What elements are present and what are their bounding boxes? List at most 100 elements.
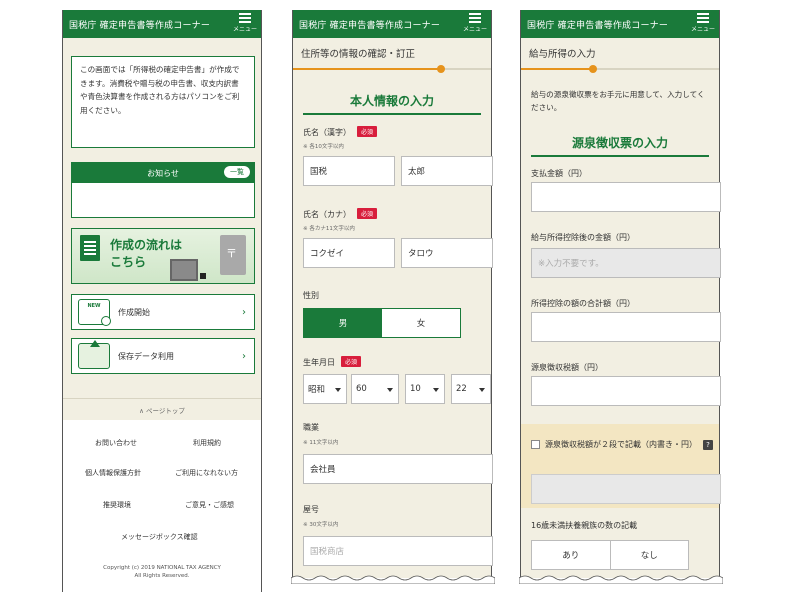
name-kanji-note: ※ 各10文字以内 bbox=[303, 144, 344, 150]
app-header: 国税庁 確定申告書等作成コーナー メニュー bbox=[521, 10, 719, 38]
name-kana-label-text: 氏名（カナ） bbox=[303, 210, 351, 219]
footer-link-unsupported[interactable]: ご利用になれない方 bbox=[175, 468, 238, 478]
document-icon bbox=[80, 235, 100, 261]
saved-data-button[interactable]: 保存データ利用 › bbox=[71, 338, 255, 374]
birth-label-text: 生年月日 bbox=[303, 358, 335, 367]
computer-icon bbox=[170, 259, 198, 281]
personal-info-screen: 国税庁 確定申告書等作成コーナー メニュー 住所等の情報の確認・訂正 本人情報の… bbox=[291, 10, 495, 584]
start-button-label: 作成開始 bbox=[118, 307, 150, 317]
page-top-link[interactable]: ∧ ページトップ bbox=[63, 398, 261, 415]
month-value: 10 bbox=[410, 384, 421, 394]
two-rows-option-box: 源泉徴収税額が２段で記載（内書き・円）? bbox=[521, 424, 721, 508]
era-value: 昭和 bbox=[308, 385, 326, 395]
footer-link-feedback[interactable]: ご意見・ご感想 bbox=[185, 500, 234, 510]
progress-marker bbox=[437, 65, 445, 73]
first-name-kanji-input[interactable]: 太郎 bbox=[401, 156, 493, 186]
total-deduction-label: 所得控除の額の合計額（円） bbox=[531, 299, 635, 308]
footer-link-environment[interactable]: 推奨環境 bbox=[103, 500, 131, 510]
footer-link-contact[interactable]: お問い合わせ bbox=[95, 438, 137, 448]
footer-link-messagebox[interactable]: メッセージボックス確認 bbox=[121, 532, 198, 542]
chevron-up-icon: ∧ bbox=[139, 407, 144, 415]
hamburger-icon bbox=[697, 13, 709, 23]
name-kana-label: 氏名（カナ） 必須 bbox=[303, 208, 378, 220]
app-title: 国税庁 確定申告書等作成コーナー bbox=[527, 20, 669, 31]
start-button[interactable]: NEW 作成開始 › bbox=[71, 294, 255, 330]
app-header: 国税庁 確定申告書等作成コーナー メニュー bbox=[293, 10, 491, 38]
dependents-yes-option[interactable]: あり bbox=[532, 541, 610, 569]
trade-name-note: ※ 30文字以内 bbox=[303, 522, 339, 528]
app-header: 国税庁 確定申告書等作成コーナー メニュー bbox=[63, 10, 261, 38]
first-name-kana-input[interactable]: タロウ bbox=[401, 238, 493, 268]
two-rows-checkbox[interactable] bbox=[531, 440, 540, 449]
last-name-kana-input[interactable]: コクゼイ bbox=[303, 238, 395, 268]
day-select[interactable]: 22 bbox=[451, 374, 491, 404]
withholding-label: 源泉徴収税額（円） bbox=[531, 363, 603, 372]
required-badge: 必須 bbox=[341, 356, 362, 367]
menu-label: メニュー bbox=[233, 26, 258, 33]
name-kana-note: ※ 各カナ11文字以内 bbox=[303, 226, 355, 232]
app-title: 国税庁 確定申告書等作成コーナー bbox=[299, 20, 441, 31]
occupation-note: ※ 11文字以内 bbox=[303, 440, 339, 446]
gender-label: 性別 bbox=[303, 291, 319, 300]
progress-bar bbox=[293, 65, 491, 73]
two-rows-input bbox=[531, 474, 721, 504]
postbox-icon bbox=[220, 235, 246, 275]
progress-bar bbox=[521, 65, 719, 73]
total-deduction-input[interactable] bbox=[531, 312, 721, 342]
news-title: お知らせ bbox=[147, 168, 179, 178]
intro-text: この画面では「所得税の確定申告書」が作成できます。消費税や贈与税の申告書、収支内… bbox=[71, 56, 255, 148]
help-icon[interactable]: ? bbox=[703, 440, 713, 450]
required-badge: 必須 bbox=[357, 208, 378, 219]
news-list-button[interactable]: 一覧 bbox=[224, 166, 250, 178]
torn-edge bbox=[519, 575, 723, 584]
new-document-icon: NEW bbox=[78, 299, 111, 326]
payment-label: 支払金額（円） bbox=[531, 169, 587, 178]
dropdown-arrow-icon bbox=[433, 388, 439, 392]
home-screen: 国税庁 確定申告書等作成コーナー メニュー この画面では「所得税の確定申告書」が… bbox=[62, 10, 262, 592]
footer: お問い合わせ 利用規約 個人情報保護方針 ご利用になれない方 推奨環境 ご意見・… bbox=[63, 420, 261, 592]
torn-edge bbox=[291, 575, 495, 584]
copyright: Copyright (c) 2019 NATIONAL TAX AGENCY A… bbox=[63, 564, 261, 580]
dropdown-arrow-icon bbox=[335, 388, 341, 392]
era-select[interactable]: 昭和 bbox=[303, 374, 347, 404]
flow-banner[interactable]: 作成の流れは こちら bbox=[71, 228, 255, 284]
trade-name-input[interactable]: 国税商店 bbox=[303, 536, 493, 566]
menu-label: メニュー bbox=[463, 26, 488, 33]
menu-button[interactable]: メニュー bbox=[233, 13, 257, 33]
year-select[interactable]: 60 bbox=[351, 374, 399, 404]
copyright-line1: Copyright (c) 2019 NATIONAL TAX AGENCY bbox=[103, 565, 221, 571]
dependents-toggle: あり なし bbox=[531, 540, 689, 570]
gender-male-option[interactable]: 男 bbox=[304, 309, 382, 337]
salary-income-screen: 国税庁 確定申告書等作成コーナー メニュー 給与所得の入力 給与の源泉徴収票をお… bbox=[519, 10, 723, 584]
progress-fill bbox=[521, 68, 593, 70]
dependents-label: 16歳未満扶養親族の数の記載 bbox=[531, 521, 638, 530]
section-title: 本人情報の入力 bbox=[303, 92, 481, 115]
instruction-text: 給与の源泉徴収票をお手元に用意して、入力してください。 bbox=[531, 90, 705, 112]
last-name-kanji-input[interactable]: 国税 bbox=[303, 156, 395, 186]
menu-button[interactable]: メニュー bbox=[691, 13, 715, 33]
name-kanji-label-text: 氏名（漢字） bbox=[303, 128, 351, 137]
occupation-input[interactable]: 会社員 bbox=[303, 454, 493, 484]
upload-box-icon bbox=[78, 340, 110, 369]
chevron-right-icon: › bbox=[242, 306, 246, 318]
after-deduction-input: ※入力不要です。 bbox=[531, 248, 721, 278]
withholding-input[interactable] bbox=[531, 376, 721, 406]
dependents-no-option[interactable]: なし bbox=[609, 541, 689, 569]
menu-button[interactable]: メニュー bbox=[463, 13, 487, 33]
chevron-right-icon: › bbox=[242, 350, 246, 362]
footer-link-terms[interactable]: 利用規約 bbox=[193, 438, 221, 448]
flow-banner-line1: 作成の流れは bbox=[110, 238, 183, 252]
section-title: 源泉徴収票の入力 bbox=[531, 134, 709, 157]
payment-input[interactable] bbox=[531, 182, 721, 212]
after-deduction-label: 給与所得控除後の金額（円） bbox=[531, 233, 635, 242]
month-select[interactable]: 10 bbox=[405, 374, 445, 404]
app-title: 国税庁 確定申告書等作成コーナー bbox=[69, 20, 211, 31]
news-header: お知らせ 一覧 bbox=[72, 163, 254, 183]
hamburger-icon bbox=[239, 13, 251, 23]
gender-toggle: 男 女 bbox=[303, 308, 461, 338]
news-panel: お知らせ 一覧 bbox=[71, 162, 255, 218]
gender-female-option[interactable]: 女 bbox=[382, 309, 460, 337]
step-title: 住所等の情報の確認・訂正 bbox=[301, 49, 416, 60]
copyright-line2: All Rights Reserved. bbox=[134, 573, 190, 579]
footer-link-privacy[interactable]: 個人情報保護方針 bbox=[85, 468, 141, 478]
